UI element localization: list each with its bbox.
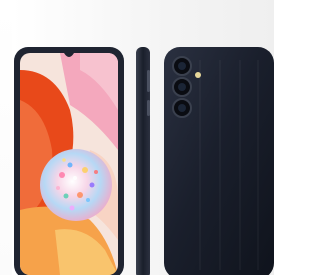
phone-side	[136, 47, 150, 275]
power-button	[147, 100, 150, 116]
wallpaper-orb	[40, 149, 112, 221]
phone-screen	[20, 53, 118, 275]
volume-button	[147, 70, 150, 92]
flash-icon	[195, 72, 201, 78]
phone-back	[164, 47, 274, 275]
product-photo	[0, 0, 274, 275]
phone-front	[14, 47, 124, 275]
phone-illustration	[14, 47, 274, 275]
